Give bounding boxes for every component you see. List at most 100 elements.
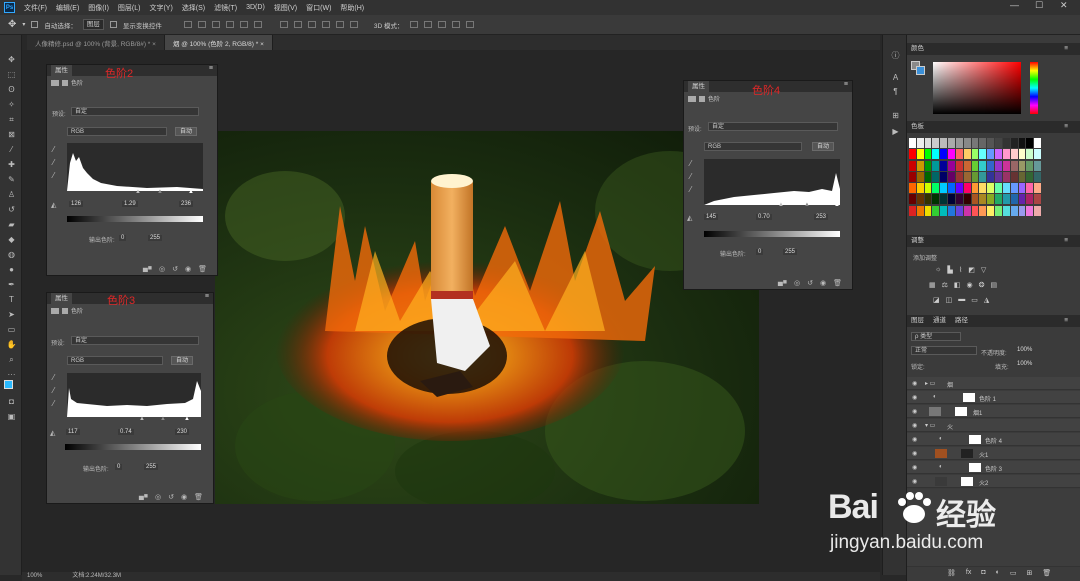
panel-menu-icon[interactable]: ≡ <box>844 81 848 88</box>
3d-scale-icon[interactable] <box>465 21 474 28</box>
3d-roll-icon[interactable] <box>423 21 432 28</box>
panel-menu-icon[interactable]: ≡ <box>209 65 213 72</box>
swatch[interactable] <box>1026 205 1034 216</box>
swatch[interactable] <box>932 194 940 205</box>
menu-edit[interactable]: 编辑(E) <box>56 3 79 13</box>
swatch[interactable] <box>971 183 979 194</box>
hue-saturation-icon[interactable]: ▦ <box>929 281 936 289</box>
output-black-value[interactable]: 0 <box>119 235 127 241</box>
swatch[interactable] <box>1018 149 1026 160</box>
layer-mask-thumb[interactable] <box>969 463 981 472</box>
tab-paths[interactable]: 路径 <box>955 317 968 324</box>
layer-mask-thumb[interactable] <box>963 393 975 402</box>
black-slider-icon[interactable]: ▲ <box>778 202 784 208</box>
panel-menu-icon[interactable]: ≡ <box>1064 235 1068 247</box>
swatch[interactable] <box>909 171 916 182</box>
align-hcenter-icon[interactable] <box>239 21 248 28</box>
eye-icon[interactable]: ◉ <box>912 422 917 429</box>
view-previous-icon[interactable]: ◎ <box>794 279 800 287</box>
pen-icon[interactable]: ✒ <box>6 280 17 289</box>
layer-row[interactable]: ◉ ◐ 色阶 4 <box>907 433 1080 446</box>
mask-icon[interactable] <box>62 307 68 314</box>
swatch[interactable] <box>940 138 948 148</box>
swatch[interactable] <box>1002 205 1010 216</box>
swatch-grid[interactable] <box>909 138 1041 216</box>
swatch[interactable] <box>987 149 995 160</box>
lasso-icon[interactable]: ʘ <box>6 85 17 94</box>
swatch[interactable] <box>987 138 995 148</box>
swatch[interactable] <box>1002 171 1010 182</box>
distribute-top-icon[interactable] <box>279 21 288 28</box>
auto-button[interactable]: 自动 <box>175 127 198 136</box>
swatch[interactable] <box>1002 160 1010 171</box>
invert-icon[interactable]: ◪ <box>933 296 940 304</box>
swatch[interactable] <box>995 194 1002 205</box>
tab-portrait-doc[interactable]: 人像精修.psd @ 100% (背景, RGB/8#) * × <box>27 35 165 50</box>
swatch[interactable] <box>948 171 955 182</box>
preset-select[interactable]: 自定 <box>71 107 199 116</box>
hue-slider[interactable] <box>1030 62 1038 114</box>
swatch[interactable] <box>995 160 1002 171</box>
input-gamma-value[interactable]: 0.74 <box>118 429 134 435</box>
link-icon[interactable]: ⛓ <box>947 569 956 577</box>
layer-thumb[interactable] <box>929 407 941 416</box>
swatch[interactable] <box>955 194 963 205</box>
swatch[interactable] <box>948 194 955 205</box>
swatch[interactable] <box>1010 171 1018 182</box>
swatch[interactable] <box>955 160 963 171</box>
swatch[interactable] <box>955 138 963 148</box>
trash-icon[interactable]: 🗑 <box>194 493 203 501</box>
marquee-icon[interactable]: ⬚ <box>6 70 17 79</box>
close-icon[interactable]: × <box>260 41 264 48</box>
tab-adjustments[interactable]: 调整 <box>911 237 924 244</box>
gray-eyedropper-icon[interactable]: ⁄ <box>53 386 54 395</box>
input-white-value[interactable]: 236 <box>179 201 194 207</box>
swatch[interactable] <box>924 205 932 216</box>
properties-tab[interactable]: 属性 <box>688 81 709 92</box>
swatch[interactable] <box>932 160 940 171</box>
delete-layer-icon[interactable]: 🗑 <box>1042 569 1051 577</box>
eye-icon[interactable]: ◉ <box>912 450 917 457</box>
swatch[interactable] <box>1002 138 1010 148</box>
swatch[interactable] <box>1034 160 1041 171</box>
output-white-value[interactable]: 255 <box>148 235 163 241</box>
swatch[interactable] <box>955 171 963 182</box>
visibility-icon[interactable]: ◉ <box>185 265 191 273</box>
swatch[interactable] <box>1010 160 1018 171</box>
layer-row[interactable]: ◉ ◐ 色阶 3 <box>907 461 1080 474</box>
swatch[interactable] <box>909 183 916 194</box>
swatch[interactable] <box>940 183 948 194</box>
swatch[interactable] <box>1002 194 1010 205</box>
close-window-button[interactable]: ✕ <box>1060 0 1068 11</box>
swatch[interactable] <box>987 183 995 194</box>
color-lookup-icon[interactable]: ▤ <box>991 281 998 289</box>
input-black-value[interactable]: 126 <box>69 201 84 207</box>
screen-mode-icon[interactable]: ▣ <box>6 412 17 421</box>
history-icon[interactable]: ⊞ <box>890 111 901 120</box>
info-icon[interactable]: ⓘ <box>890 51 901 60</box>
dodge-icon[interactable]: ● <box>6 265 17 274</box>
eraser-icon[interactable]: ▰ <box>6 220 17 229</box>
swatch[interactable] <box>971 138 979 148</box>
white-eyedropper-icon[interactable]: ⁄ <box>53 171 54 180</box>
eye-icon[interactable]: ◉ <box>912 380 917 387</box>
history-brush-icon[interactable]: ↺ <box>6 205 17 214</box>
vibrance-icon[interactable]: ▽ <box>981 266 986 274</box>
input-white-value[interactable]: 230 <box>175 429 190 435</box>
swatch[interactable] <box>948 149 955 160</box>
swatch[interactable] <box>1010 183 1018 194</box>
input-black-value[interactable]: 117 <box>66 429 80 435</box>
swatch[interactable] <box>963 205 971 216</box>
black-slider-icon[interactable]: ▲ <box>139 416 145 422</box>
swatch[interactable] <box>1034 138 1041 148</box>
swatch[interactable] <box>924 138 932 148</box>
gamma-slider-icon[interactable]: ▲ <box>804 202 810 208</box>
channel-select[interactable]: RGB <box>704 142 802 151</box>
swatch[interactable] <box>909 138 916 148</box>
layer-mask-thumb[interactable] <box>961 477 973 486</box>
swatch[interactable] <box>924 171 932 182</box>
black-eyedropper-icon[interactable]: ⁄ <box>690 159 691 168</box>
layer-row[interactable]: ◉ 火1 <box>907 447 1080 460</box>
swatch[interactable] <box>995 149 1002 160</box>
swatch[interactable] <box>1010 194 1018 205</box>
